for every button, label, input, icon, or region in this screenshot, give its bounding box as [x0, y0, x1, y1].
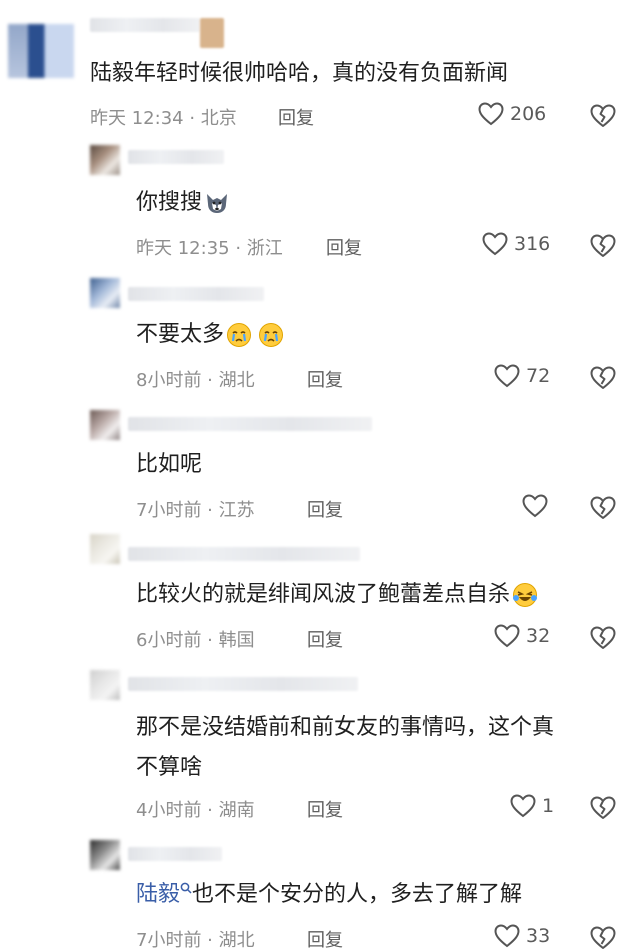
avatar[interactable] — [90, 145, 120, 175]
broken-heart-icon[interactable] — [590, 626, 616, 650]
like-button[interactable] — [522, 494, 554, 518]
avatar[interactable] — [90, 670, 120, 700]
avatar[interactable] — [90, 278, 120, 308]
like-button[interactable]: 72 — [494, 364, 550, 388]
comment-meta: 7小时前 · 江苏 — [136, 500, 255, 521]
broken-heart-icon[interactable] — [590, 104, 616, 128]
like-count: 316 — [514, 233, 551, 255]
heart-outline-icon — [494, 624, 520, 648]
like-button[interactable]: 206 — [478, 102, 546, 126]
like-button[interactable]: 32 — [494, 624, 550, 648]
broken-heart-icon[interactable] — [590, 366, 616, 390]
like-count: 32 — [526, 625, 551, 647]
avatar[interactable] — [90, 534, 120, 564]
comment-item: 陆毅 也不是个安分的人，多去了解了解 7小时前 · 湖北 回复 33 — [0, 830, 640, 951]
comment-text: 不要太多 — [136, 318, 284, 352]
heart-outline-icon — [510, 794, 536, 818]
comment-text-content: 你搜搜 — [136, 190, 203, 215]
heart-outline-icon — [482, 232, 508, 256]
heart-outline-icon — [478, 102, 504, 126]
broken-heart-icon[interactable] — [590, 926, 616, 950]
mention-link[interactable]: 陆毅 — [136, 882, 180, 907]
reply-button[interactable]: 回复 — [307, 496, 343, 522]
comment-text: 那不是没结婚前和前女友的事情吗，这个真 不算啥 — [136, 708, 554, 788]
reply-button[interactable]: 回复 — [307, 366, 343, 392]
heart-outline-icon — [522, 494, 548, 518]
avatar[interactable] — [90, 840, 120, 870]
username-blurred[interactable] — [128, 417, 372, 431]
like-button[interactable]: 1 — [510, 794, 554, 818]
like-button[interactable]: 33 — [494, 924, 550, 948]
comment-text: 你搜搜 — [136, 186, 230, 220]
username-blurred[interactable] — [90, 18, 200, 32]
username-blurred[interactable] — [128, 547, 360, 561]
comment-item: 那不是没结婚前和前女友的事情吗，这个真 不算啥 4小时前 · 湖南 回复 1 — [0, 660, 640, 830]
username-blurred[interactable] — [128, 287, 264, 301]
comment-text-content: 不要太多 — [136, 322, 225, 347]
reply-button[interactable]: 回复 — [307, 626, 343, 652]
crying-face-icon — [259, 323, 284, 347]
comment-meta: 7小时前 · 湖北 — [136, 930, 255, 951]
username-blurred[interactable] — [128, 150, 224, 164]
search-icon — [180, 882, 192, 894]
broken-heart-icon[interactable] — [590, 234, 616, 258]
comment-item: 你搜搜 昨天 12:35 · 浙江 回复 316 — [0, 140, 640, 270]
heart-outline-icon — [494, 364, 520, 388]
heart-outline-icon — [494, 924, 520, 948]
laugh-cry-face-icon — [513, 583, 538, 607]
reply-button[interactable]: 回复 — [307, 926, 343, 952]
like-button[interactable]: 316 — [482, 232, 550, 256]
comment-text: 陆毅年轻时候很帅哈哈，真的没有负面新闻 — [90, 61, 509, 86]
husky-dog-face-icon — [207, 194, 228, 213]
comment-text-content: 也不是个安分的人，多去了解了解 — [192, 882, 523, 907]
comment-text: 比如呢 — [136, 452, 203, 477]
broken-heart-icon[interactable] — [590, 496, 616, 520]
avatar[interactable] — [8, 24, 74, 78]
like-count: 72 — [526, 365, 551, 387]
comment-text-line: 那不是没结婚前和前女友的事情吗，这个真 — [136, 715, 555, 740]
like-count: 206 — [510, 103, 547, 125]
comment-meta: 昨天 12:35 · 浙江 — [136, 238, 283, 259]
reply-button[interactable]: 回复 — [278, 104, 314, 130]
comment-item: 比较火的就是绯闻风波了鲍蕾差点自杀 6小时前 · 韩国 回复 32 — [0, 530, 640, 660]
comment-item: 陆毅年轻时候很帅哈哈，真的没有负面新闻 昨天 12:34 · 北京 回复 206 — [0, 0, 640, 140]
comment-text: 比较火的就是绯闻风波了鲍蕾差点自杀 — [136, 578, 538, 612]
comment-meta: 昨天 12:34 · 北京 — [90, 108, 237, 129]
comment-text-line: 不算啥 — [136, 755, 203, 780]
comment-meta: 6小时前 · 韩国 — [136, 630, 255, 651]
broken-heart-icon[interactable] — [590, 796, 616, 820]
comment-meta: 8小时前 · 湖北 — [136, 370, 255, 391]
avatar[interactable] — [90, 410, 120, 440]
comment-text: 陆毅 也不是个安分的人，多去了解了解 — [136, 878, 522, 912]
comment-meta: 4小时前 · 湖南 — [136, 800, 255, 821]
comment-text-content: 比较火的就是绯闻风波了鲍蕾差点自杀 — [136, 582, 511, 607]
reply-button[interactable]: 回复 — [307, 796, 343, 822]
like-count: 1 — [542, 795, 555, 817]
username-blurred — [200, 18, 224, 48]
reply-button[interactable]: 回复 — [326, 234, 362, 260]
crying-face-icon — [227, 323, 252, 347]
comment-item: 比如呢 7小时前 · 江苏 回复 — [0, 400, 640, 530]
username-blurred[interactable] — [128, 847, 222, 861]
username-blurred[interactable] — [128, 677, 358, 691]
comment-item: 不要太多 8小时前 · 湖北 回复 72 — [0, 270, 640, 400]
